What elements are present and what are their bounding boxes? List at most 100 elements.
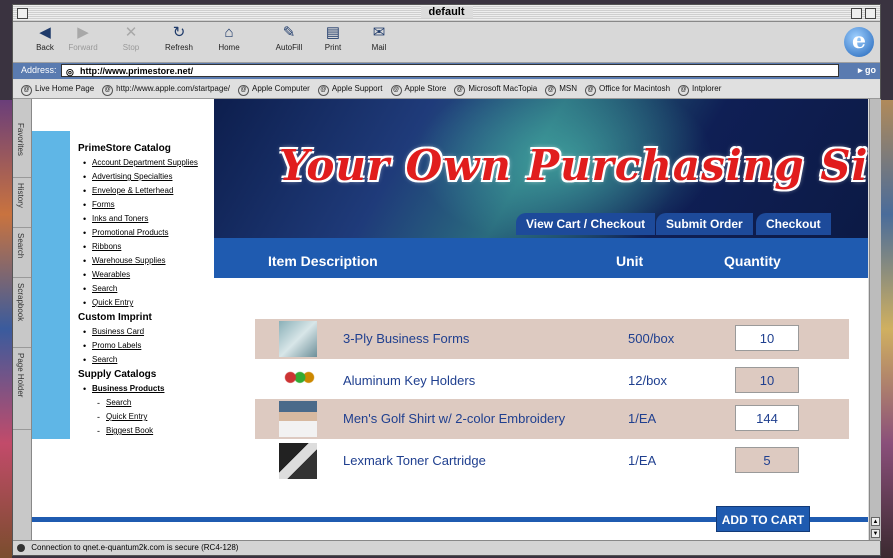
table-header: Item Description Unit Quantity bbox=[214, 238, 868, 278]
go-button[interactable]: ▸ go bbox=[858, 65, 876, 76]
printer-icon: ▤ bbox=[325, 24, 341, 41]
favorite-label: Intplorer bbox=[692, 84, 722, 93]
nav-item: Search bbox=[70, 282, 212, 296]
favorite-label: Apple Computer bbox=[252, 84, 310, 93]
favorite-link[interactable]: @ Apple Store bbox=[390, 80, 447, 98]
cyan-strip bbox=[32, 131, 70, 439]
nav-link[interactable]: Search bbox=[106, 398, 131, 407]
nav-section-title: PrimeStore Catalog bbox=[78, 143, 171, 154]
vertical-scrollbar[interactable]: ▲ ▼ bbox=[869, 99, 881, 541]
nav-item: Warehouse Supplies bbox=[70, 254, 212, 268]
nav-link[interactable]: Account Department Supplies bbox=[92, 158, 198, 167]
favorite-link[interactable]: @ Microsoft MacTopia bbox=[454, 80, 537, 98]
collapse-box-icon[interactable] bbox=[865, 8, 876, 19]
home-button[interactable]: ⌂ Home bbox=[209, 25, 249, 53]
nav-link[interactable]: Inks and Toners bbox=[92, 214, 148, 223]
nav-link[interactable]: Business Products bbox=[92, 384, 164, 393]
forward-arrow-icon: ▶ bbox=[77, 24, 89, 41]
nav-link[interactable]: Search bbox=[92, 355, 117, 364]
stop-button[interactable]: ✕ Stop bbox=[111, 24, 151, 53]
favorite-icon: @ bbox=[21, 85, 32, 96]
quantity-input[interactable]: 144 bbox=[735, 405, 799, 431]
nav-link[interactable]: Advertising Specialties bbox=[92, 172, 172, 181]
favorite-link[interactable]: @ Live Home Page bbox=[21, 80, 94, 98]
add-to-cart-button[interactable]: ADD TO CART bbox=[716, 506, 810, 532]
nav-link[interactable]: Warehouse Supplies bbox=[92, 256, 166, 265]
mail-icon: ✉ bbox=[372, 24, 386, 41]
side-tab-favorites[interactable]: Favorites bbox=[13, 119, 31, 178]
favorite-icon: @ bbox=[390, 85, 402, 96]
quantity-input[interactable]: 10 bbox=[735, 367, 799, 393]
nav-item: Search bbox=[70, 396, 212, 410]
favorite-link[interactable]: @ http://www.apple.com/startpage/ bbox=[102, 80, 230, 98]
nav-link[interactable]: Quick Entry bbox=[92, 298, 133, 307]
nav-link[interactable]: Business Card bbox=[92, 327, 144, 336]
banner: Your Own Purchasing Site View Cart / Che… bbox=[214, 99, 868, 238]
address-input[interactable]: ◎ http://www.primestore.net/ bbox=[61, 64, 839, 77]
back-arrow-icon: ◀ bbox=[39, 24, 51, 41]
nav-link[interactable]: Forms bbox=[92, 200, 115, 209]
favorite-label: Apple Store bbox=[404, 84, 447, 93]
favorite-link[interactable]: @ Apple Support bbox=[317, 80, 383, 98]
favorite-link[interactable]: @ Office for Macintosh bbox=[585, 80, 670, 98]
header-quantity: Quantity bbox=[724, 253, 781, 269]
nav-link[interactable]: Search bbox=[92, 284, 117, 293]
title-bar[interactable]: default bbox=[13, 5, 880, 22]
explorer-side-tabs: Favorites History Search Scrapbook Page Hold… bbox=[13, 99, 32, 541]
view-cart-link[interactable]: View Cart / Checkout bbox=[516, 213, 656, 235]
nav-link[interactable]: Promotional Products bbox=[92, 228, 168, 237]
scroll-down-arrow-icon[interactable]: ▼ bbox=[871, 529, 880, 538]
close-box-icon[interactable] bbox=[17, 8, 28, 19]
forward-button[interactable]: ▶ Forward bbox=[63, 24, 103, 53]
favorite-icon: @ bbox=[238, 85, 249, 96]
nav-link[interactable]: Wearables bbox=[92, 270, 130, 279]
checkout-link[interactable]: Checkout bbox=[756, 213, 831, 235]
nav-link[interactable]: Envelope & Letterhead bbox=[92, 186, 173, 195]
side-tab-label: Page Holder bbox=[16, 353, 25, 398]
zoom-box-icon[interactable] bbox=[851, 8, 862, 19]
nav-link[interactable]: Quick Entry bbox=[106, 412, 147, 421]
quantity-input[interactable]: 5 bbox=[735, 447, 799, 473]
item-unit: 500/box bbox=[628, 331, 675, 346]
nav-item: Inks and Toners bbox=[70, 212, 212, 226]
item-description[interactable]: Men's Golf Shirt w/ 2-color Embroidery bbox=[343, 411, 565, 426]
nav-link[interactable]: Biggest Book bbox=[106, 426, 153, 435]
toner-thumbnail bbox=[279, 443, 317, 479]
window-title: default bbox=[420, 6, 473, 18]
nav-link[interactable]: Promo Labels bbox=[92, 341, 141, 350]
favorites-bar: @ Live Home Page @ http://www.apple.com/sta… bbox=[13, 80, 880, 99]
stop-x-icon: ✕ bbox=[124, 24, 138, 41]
key-holders-thumbnail bbox=[279, 363, 317, 399]
refresh-button[interactable]: ↻ Refresh bbox=[159, 24, 199, 53]
item-description[interactable]: Aluminum Key Holders bbox=[343, 373, 475, 388]
nav-item: Wearables bbox=[70, 268, 212, 282]
desktop-background-right bbox=[881, 100, 893, 558]
print-button[interactable]: ▤ Print bbox=[313, 24, 353, 53]
favorite-label: http://www.apple.com/startpage/ bbox=[116, 84, 230, 93]
page-icon: ◎ bbox=[66, 67, 74, 77]
favorite-link[interactable]: @ MSN bbox=[545, 80, 577, 98]
quantity-input[interactable]: 10 bbox=[735, 325, 799, 351]
favorite-link[interactable]: @ Apple Computer bbox=[238, 80, 310, 98]
nav-item: Promotional Products bbox=[70, 226, 212, 240]
nav-link[interactable]: Ribbons bbox=[92, 242, 121, 251]
autofill-button[interactable]: ✎ AutoFill bbox=[269, 25, 309, 53]
nav-item: Account Department Supplies bbox=[70, 156, 212, 170]
submit-order-link[interactable]: Submit Order bbox=[656, 213, 753, 235]
mail-button[interactable]: ✉ Mail bbox=[359, 24, 399, 53]
forms-thumbnail bbox=[279, 321, 317, 357]
side-tab-page-holder[interactable]: Page Holder bbox=[13, 349, 31, 430]
address-url: http://www.primestore.net/ bbox=[80, 66, 194, 76]
item-description[interactable]: 3-Ply Business Forms bbox=[343, 331, 469, 346]
item-description[interactable]: Lexmark Toner Cartridge bbox=[343, 453, 486, 468]
side-tab-search[interactable]: Search bbox=[13, 229, 31, 278]
toolbar-button-label: AutoFill bbox=[275, 43, 303, 52]
favorite-link[interactable]: @ Intplorer bbox=[678, 80, 721, 98]
refresh-icon: ↻ bbox=[172, 24, 186, 41]
back-button[interactable]: ◀ Back bbox=[25, 24, 65, 53]
favorite-icon: @ bbox=[102, 85, 114, 96]
side-tab-history[interactable]: History bbox=[13, 179, 31, 228]
table-row: Men's Golf Shirt w/ 2-color Embroidery 1/… bbox=[255, 399, 849, 439]
scroll-up-arrow-icon[interactable]: ▲ bbox=[871, 517, 880, 526]
side-tab-scrapbook[interactable]: Scrapbook bbox=[13, 279, 31, 348]
